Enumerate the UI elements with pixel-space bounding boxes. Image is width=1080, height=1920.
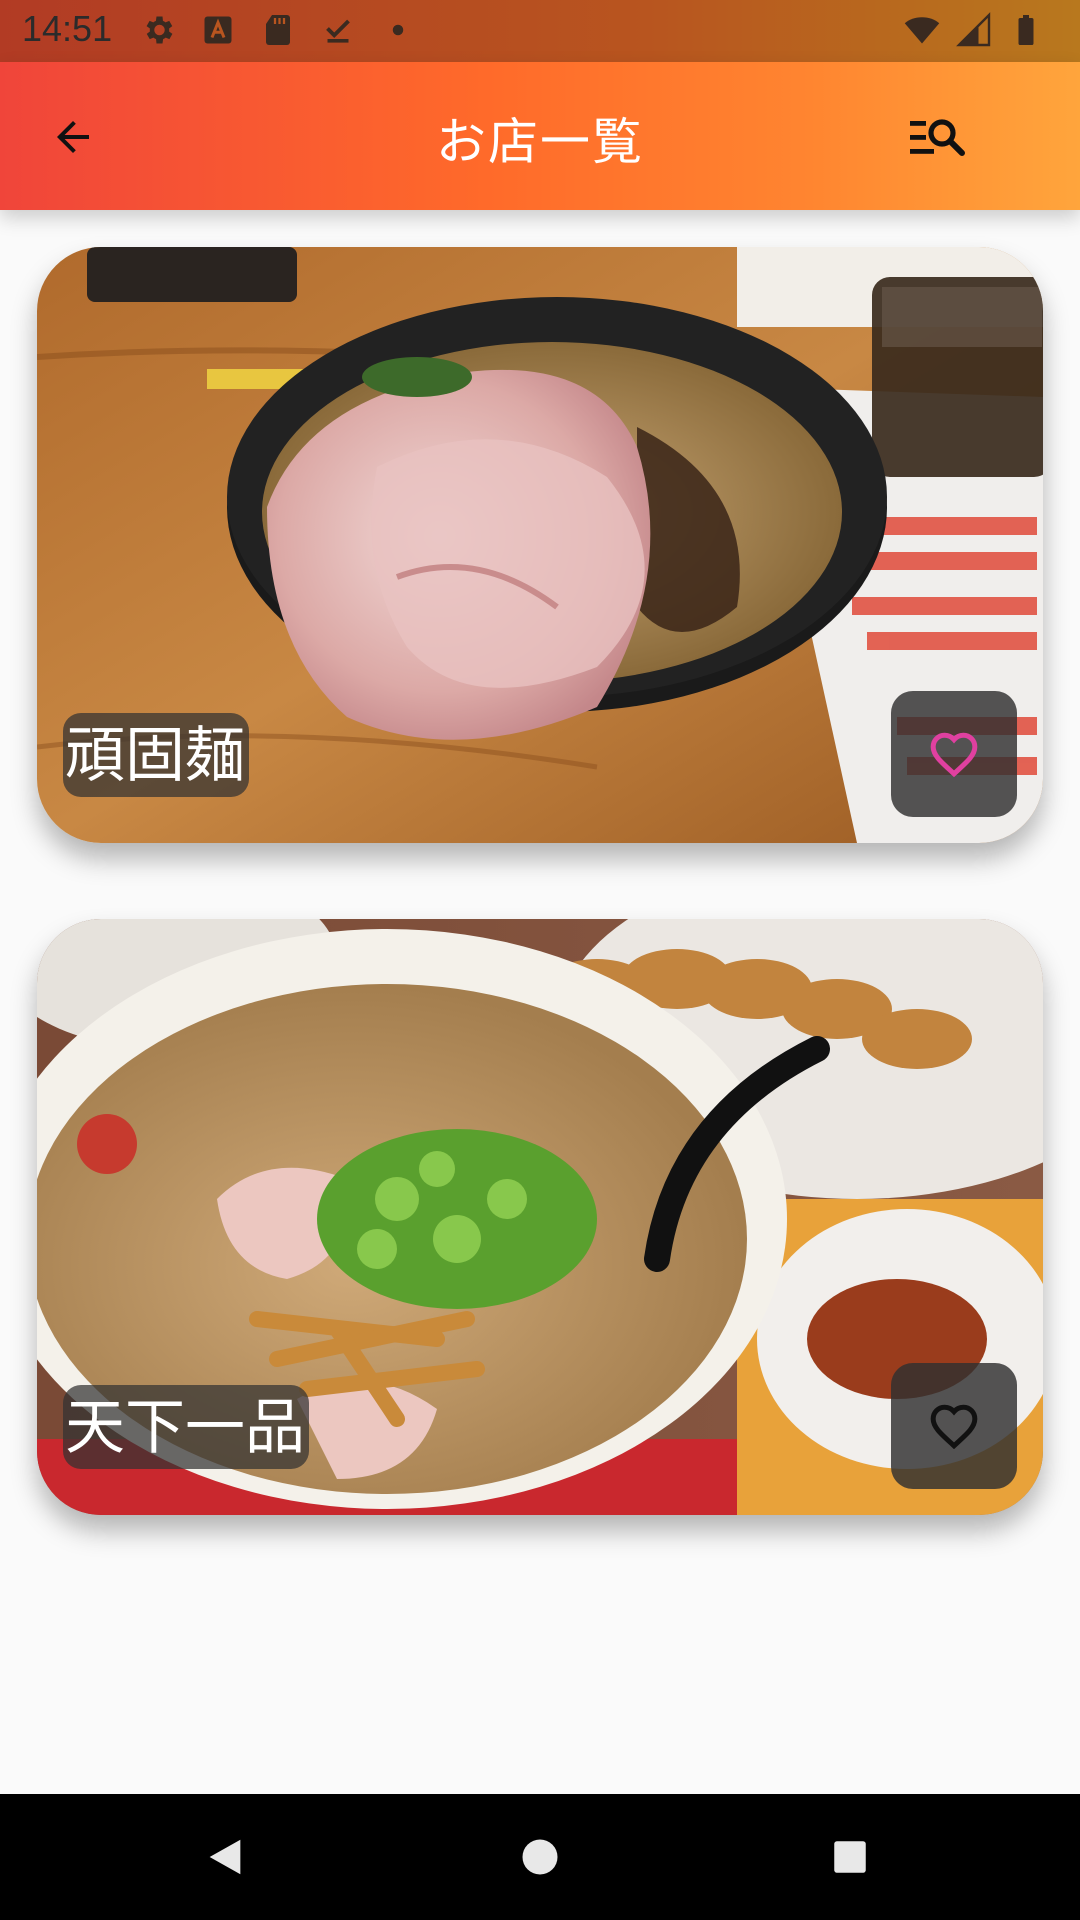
nav-back-icon — [209, 1839, 241, 1875]
search-filter-button[interactable] — [900, 102, 976, 172]
list-search-icon — [910, 119, 965, 156]
dot-icon — [392, 24, 404, 36]
download-done-icon — [326, 19, 350, 43]
wifi-icon — [904, 17, 940, 44]
nav-back-button[interactable] — [190, 1822, 260, 1892]
heart-outline-icon — [930, 1404, 978, 1449]
keyboard-a-icon — [204, 16, 232, 44]
nav-home-icon — [522, 1839, 558, 1875]
shop-card[interactable]: 天下一品 — [37, 919, 1043, 1515]
status-time: 14:51 — [22, 8, 113, 49]
app-screen: 14:51 お店一覧 頑固麺 天下一品 — [0, 0, 1080, 1920]
status-notification-icons — [140, 12, 416, 48]
shop-card[interactable]: 頑固麺 — [37, 247, 1043, 843]
battery-icon — [1018, 15, 1034, 45]
signal-icon — [956, 12, 991, 47]
status-system-icons — [904, 12, 1044, 48]
shop-name-label: 頑固麺 — [63, 713, 249, 797]
nav-home-button[interactable] — [505, 1822, 575, 1892]
nav-recents-icon — [834, 1841, 866, 1873]
sd-card-icon — [266, 15, 290, 45]
system-nav-bar — [0, 1794, 1080, 1920]
favorite-button[interactable] — [891, 1363, 1017, 1489]
shop-name-label: 天下一品 — [63, 1385, 309, 1469]
heart-outline-icon — [930, 732, 978, 777]
app-bar: お店一覧 — [0, 62, 1080, 210]
favorite-button[interactable] — [891, 691, 1017, 817]
status-bar: 14:51 — [0, 0, 1080, 62]
gear-icon — [146, 16, 173, 44]
nav-recents-button[interactable] — [815, 1822, 885, 1892]
